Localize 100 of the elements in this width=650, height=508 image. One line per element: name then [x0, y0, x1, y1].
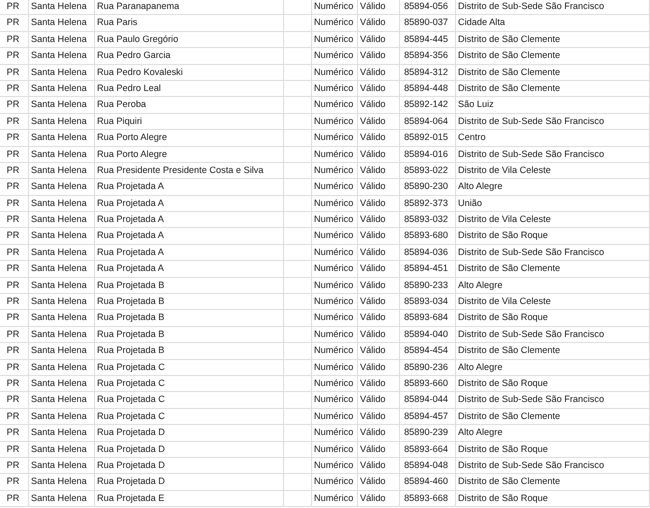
district-cell: Distrito de Sub-Sede São Francisco: [456, 244, 650, 262]
city-cell: Santa Helena: [29, 196, 95, 212]
state-cell: PR: [0, 196, 29, 212]
status-cell: Válido: [358, 114, 400, 130]
type-cell: Numérico: [312, 376, 358, 392]
empty-cell: [284, 0, 312, 16]
state-cell: PR: [0, 179, 29, 196]
district-cell: Distrito de Vila Celeste: [456, 212, 650, 228]
postal-code-cell: 85894-044: [400, 392, 456, 409]
status-cell: Válido: [358, 97, 400, 114]
city-cell: Santa Helena: [29, 179, 95, 196]
district-cell: Distrito de Sub-Sede São Francisco: [456, 326, 650, 344]
type-cell: Numérico: [312, 408, 358, 426]
type-cell: Numérico: [312, 212, 358, 228]
district-cell: Distrito de São Clemente: [456, 408, 650, 426]
street-cell: Rua Projetada A: [95, 228, 284, 245]
street-cell: Rua Projetada C: [95, 408, 284, 426]
district-cell: Alto Alegre: [456, 360, 650, 376]
city-cell: Santa Helena: [29, 212, 95, 228]
street-cell: Rua Projetada B: [95, 326, 284, 344]
type-cell: Numérico: [312, 196, 358, 212]
city-cell: Santa Helena: [29, 408, 95, 426]
empty-cell: [284, 261, 312, 278]
type-cell: Numérico: [312, 474, 358, 491]
empty-cell: [284, 64, 312, 81]
state-cell: PR: [0, 80, 29, 98]
city-cell: Santa Helena: [29, 458, 95, 474]
street-cell: Rua Projetada C: [95, 360, 284, 376]
state-cell: PR: [0, 392, 29, 409]
postal-code-cell: 85894-048: [400, 458, 456, 474]
postal-code-cell: 85894-056: [400, 0, 456, 16]
city-cell: Santa Helena: [29, 310, 95, 327]
district-cell: Distrito de São Clemente: [456, 64, 650, 81]
postal-code-cell: 85890-037: [400, 15, 456, 32]
empty-cell: [284, 474, 312, 491]
street-cell: Rua Projetada A: [95, 196, 284, 212]
status-cell: Válido: [358, 310, 400, 327]
status-cell: Válido: [358, 278, 400, 294]
city-cell: Santa Helena: [29, 244, 95, 262]
empty-cell: [284, 343, 312, 360]
district-cell: Distrito de São Roque: [456, 442, 650, 458]
state-cell: PR: [0, 490, 29, 508]
postal-code-cell: 85890-230: [400, 179, 456, 196]
state-cell: PR: [0, 360, 29, 376]
empty-cell: [284, 310, 312, 327]
type-cell: Numérico: [312, 130, 358, 147]
city-cell: Santa Helena: [29, 278, 95, 294]
state-cell: PR: [0, 326, 29, 344]
district-cell: Distrito de São Roque: [456, 228, 650, 245]
street-cell: Rua Projetada A: [95, 261, 284, 278]
type-cell: Numérico: [312, 425, 358, 442]
status-cell: Válido: [358, 458, 400, 474]
district-cell: Distrito de Sub-Sede São Francisco: [456, 0, 650, 16]
state-cell: PR: [0, 32, 29, 48]
status-cell: Válido: [358, 425, 400, 442]
type-cell: Numérico: [312, 326, 358, 344]
empty-cell: [284, 425, 312, 442]
status-cell: Válido: [358, 294, 400, 310]
empty-cell: [284, 80, 312, 98]
postal-code-cell: 85890-239: [400, 425, 456, 442]
district-cell: Alto Alegre: [456, 179, 650, 196]
district-cell: União: [456, 196, 650, 212]
empty-cell: [284, 146, 312, 163]
type-cell: Numérico: [312, 458, 358, 474]
type-cell: Numérico: [312, 146, 358, 163]
district-cell: Distrito de São Clemente: [456, 343, 650, 360]
type-cell: Numérico: [312, 261, 358, 278]
district-cell: Alto Alegre: [456, 278, 650, 294]
city-cell: Santa Helena: [29, 162, 95, 180]
state-cell: PR: [0, 97, 29, 114]
district-cell: Distrito de Vila Celeste: [456, 162, 650, 180]
empty-cell: [284, 130, 312, 147]
type-cell: Numérico: [312, 0, 358, 16]
empty-cell: [284, 326, 312, 344]
district-cell: Distrito de São Clemente: [456, 48, 650, 65]
empty-cell: [284, 244, 312, 262]
status-cell: Válido: [358, 130, 400, 147]
city-cell: Santa Helena: [29, 114, 95, 130]
status-cell: Válido: [358, 64, 400, 81]
district-cell: Distrito de São Roque: [456, 310, 650, 327]
postal-code-cell: 85890-236: [400, 360, 456, 376]
state-cell: PR: [0, 442, 29, 458]
state-cell: PR: [0, 408, 29, 426]
district-cell: Distrito de Sub-Sede São Francisco: [456, 114, 650, 130]
empty-cell: [284, 278, 312, 294]
type-cell: Numérico: [312, 80, 358, 98]
postal-code-cell: 85894-016: [400, 146, 456, 163]
state-cell: PR: [0, 212, 29, 228]
district-cell: Alto Alegre: [456, 425, 650, 442]
type-cell: Numérico: [312, 343, 358, 360]
empty-cell: [284, 490, 312, 508]
postal-code-cell: 85894-454: [400, 343, 456, 360]
empty-cell: [284, 228, 312, 245]
empty-cell: [284, 48, 312, 65]
postal-code-cell: 85892-142: [400, 97, 456, 114]
status-cell: Válido: [358, 490, 400, 508]
type-cell: Numérico: [312, 114, 358, 130]
street-cell: Rua Projetada B: [95, 310, 284, 327]
postal-code-cell: 85894-064: [400, 114, 456, 130]
status-cell: Válido: [358, 392, 400, 409]
